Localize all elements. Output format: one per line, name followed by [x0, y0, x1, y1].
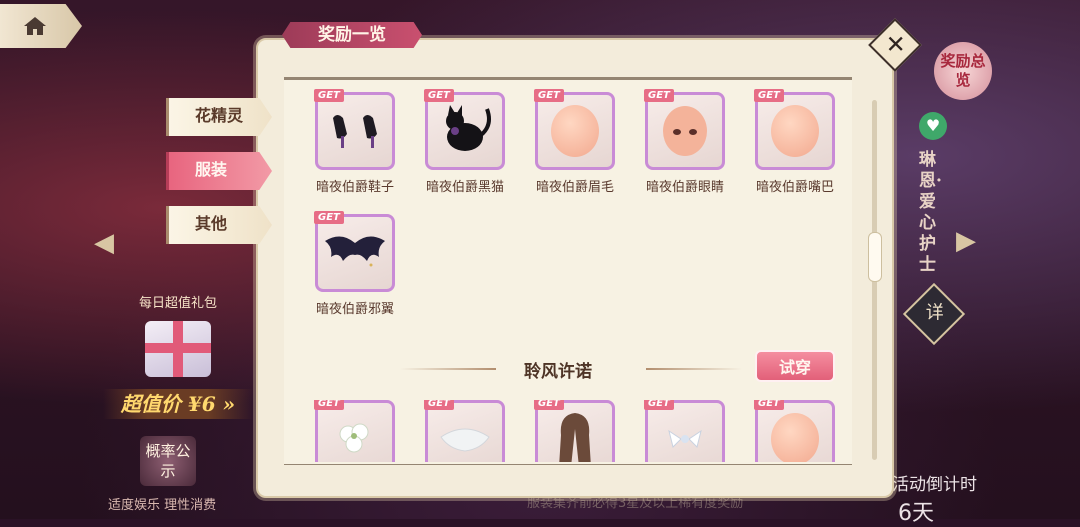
daily-pack-title: 每日超值礼包 [138, 296, 217, 311]
character-name: 琳恩·爱心护士 [919, 150, 942, 275]
item-name: 暗夜伯爵邪翼 [315, 302, 394, 317]
next-arrow-icon[interactable]: ▶ [956, 226, 982, 258]
panel-title: 奖励一览 [282, 22, 422, 48]
tab-label: 花精灵 [195, 106, 244, 125]
tab-clothing[interactable]: 服装 [166, 152, 272, 190]
item-card: GET [534, 89, 615, 170]
gift-box-icon [145, 321, 211, 377]
item-name: 暗夜伯爵鞋子 [315, 180, 394, 195]
countdown-label: 活动倒计时 [892, 475, 977, 495]
detail-label: 详 [925, 302, 944, 324]
face-icon [551, 105, 599, 157]
daily-pack-banner[interactable]: 每日超值礼包 超值价 ¥6 » [103, 290, 253, 420]
item-card: GET [754, 89, 835, 170]
face-eyes-icon [663, 106, 707, 156]
get-badge: GET [314, 400, 344, 410]
reward-item[interactable]: GET 暗夜伯爵嘴巴 [740, 89, 850, 195]
face-icon [771, 105, 819, 157]
item-name: 暗夜伯爵眼睛 [645, 180, 724, 195]
shoes-icon [333, 115, 377, 148]
item-card: GET [644, 89, 725, 170]
item-card: GET [314, 211, 395, 292]
get-badge: GET [424, 400, 454, 410]
item-card: GET [644, 400, 725, 462]
get-badge: GET [314, 211, 344, 224]
healthy-gaming-notice: 适度娱乐 理性消费 [108, 498, 217, 513]
event-countdown: 活动倒计时 6天 [892, 470, 977, 527]
get-badge: GET [754, 400, 784, 410]
long-hair-icon [559, 413, 591, 462]
reward-item[interactable]: GET [520, 400, 630, 462]
tab-label: 其他 [195, 214, 228, 233]
black-cat-icon [446, 105, 491, 151]
item-card: GET [424, 89, 505, 170]
item-card: GET [314, 89, 395, 170]
bat-wings-icon [325, 236, 385, 267]
item-card: GET [754, 400, 835, 462]
item-name: 暗夜伯爵黑猫 [425, 180, 504, 195]
hair-ornament-icon [668, 429, 702, 448]
reward-item[interactable]: GET [740, 400, 850, 462]
tab-label: 服装 [195, 160, 228, 179]
reward-item[interactable]: GET [630, 400, 740, 462]
reward-item[interactable]: GET [410, 400, 520, 462]
reward-item[interactable]: GET 暗夜伯爵眉毛 [520, 89, 630, 195]
reward-item[interactable]: GET 暗夜伯爵邪翼 [300, 211, 410, 317]
home-button[interactable] [0, 4, 82, 48]
item-name: 暗夜伯爵嘴巴 [755, 180, 834, 195]
reward-item[interactable]: GET 暗夜伯爵黑猫 [410, 89, 520, 195]
previous-arrow-icon[interactable]: ◀ [94, 228, 120, 260]
countdown-value: 6天 [898, 501, 934, 526]
probability-button[interactable]: 概率公示 [140, 436, 196, 486]
item-card: GET [534, 400, 615, 462]
item-card: GET [424, 400, 505, 462]
reward-item[interactable]: GET 暗夜伯爵眼睛 [630, 89, 740, 195]
reward-overview-button[interactable]: 奖励总览 [934, 42, 992, 100]
lace-veil-icon [440, 428, 490, 452]
heart-icon: ♥ [919, 112, 947, 140]
close-icon: ✕ [885, 30, 906, 59]
get-badge: GET [644, 400, 674, 410]
tab-flower-spirit[interactable]: 花精灵 [166, 98, 272, 136]
item-name: 暗夜伯爵眉毛 [535, 180, 614, 195]
reward-item[interactable]: GET [300, 400, 410, 462]
item-card: GET [314, 400, 395, 462]
face-icon [771, 413, 819, 462]
get-badge: GET [534, 89, 564, 102]
get-badge: GET [644, 89, 674, 102]
section-divider-right [646, 368, 742, 370]
get-badge: GET [754, 89, 784, 102]
home-icon [24, 17, 46, 35]
try-on-button[interactable]: 试穿 [755, 350, 835, 382]
scrollbar-thumb[interactable] [868, 232, 882, 282]
reward-item[interactable]: GET 暗夜伯爵鞋子 [300, 89, 410, 195]
daily-pack-price: 超值价 ¥6 » [103, 389, 253, 419]
get-badge: GET [314, 89, 344, 102]
tab-other[interactable]: 其他 [166, 206, 272, 244]
flower-bouquet-icon [339, 423, 369, 453]
